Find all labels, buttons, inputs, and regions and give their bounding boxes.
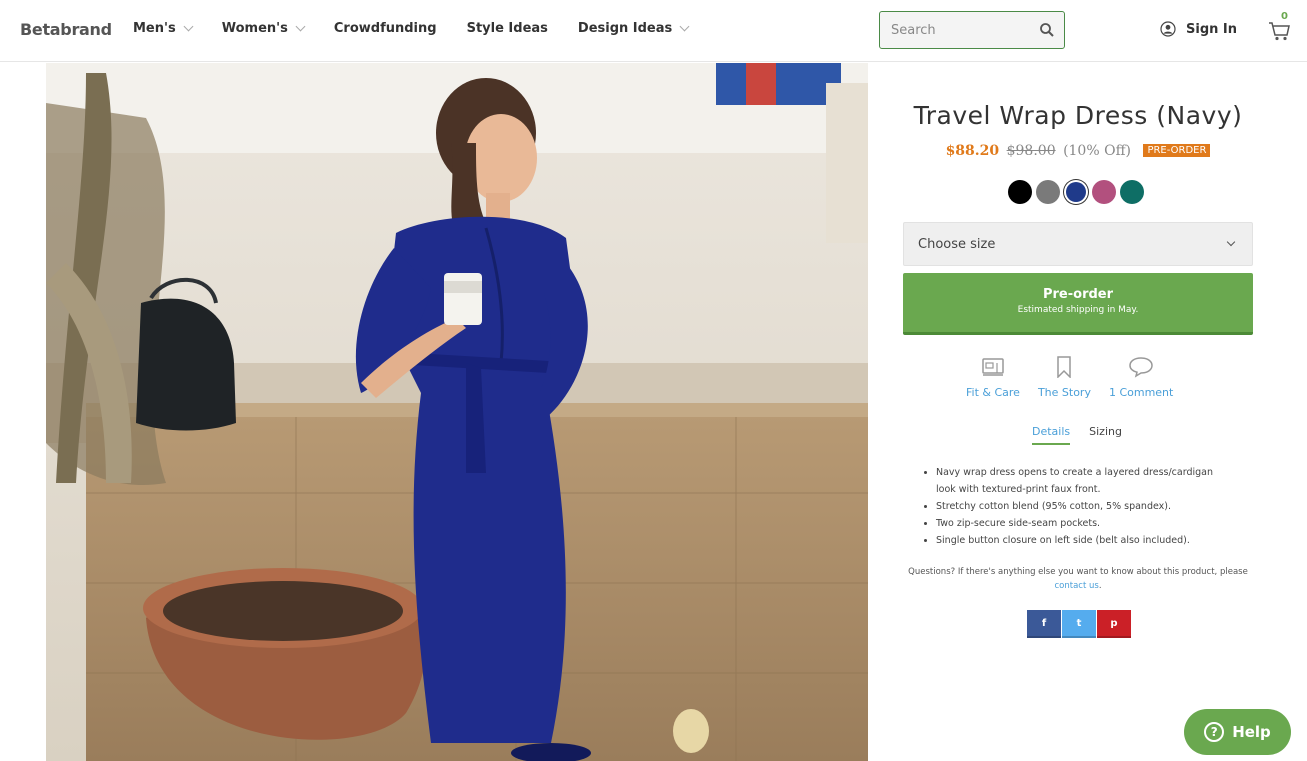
preorder-badge: PRE-ORDER xyxy=(1143,144,1211,157)
detail-item: Two zip-secure side-seam pockets. xyxy=(936,515,1231,532)
details-list: Navy wrap dress opens to create a layere… xyxy=(921,464,1231,549)
chevron-down-icon xyxy=(183,21,194,32)
facebook-icon: f xyxy=(1041,617,1047,629)
help-icon: ? xyxy=(1204,722,1225,742)
details-list-container: Navy wrap dress opens to create a layere… xyxy=(921,464,1231,549)
chevron-down-icon xyxy=(295,21,306,32)
fit-care-link[interactable]: Fit & Care xyxy=(966,356,1020,399)
color-swatch[interactable] xyxy=(1092,180,1116,204)
color-swatch[interactable] xyxy=(1008,180,1032,204)
user-icon xyxy=(1160,21,1176,37)
main-nav: Men's Women's Crowdfunding Style Ideas D… xyxy=(133,21,718,36)
search-box xyxy=(879,11,1065,49)
sign-in-link[interactable]: Sign In xyxy=(1160,21,1237,37)
twitter-share-button[interactable]: t xyxy=(1062,610,1096,638)
share-buttons: ftp xyxy=(1027,610,1132,638)
detail-item: Navy wrap dress opens to create a layere… xyxy=(936,464,1231,498)
nav-design-ideas[interactable]: Design Ideas xyxy=(577,21,690,36)
the-story-label: The Story xyxy=(1037,386,1091,399)
product-image-illustration xyxy=(46,63,868,761)
color-swatch[interactable] xyxy=(1120,180,1144,204)
questions-copy: Questions? If there's anything else you … xyxy=(908,567,1248,577)
tab-details[interactable]: Details xyxy=(1032,425,1071,445)
product-actions: Fit & Care The Story 1 Comment xyxy=(966,356,1191,399)
bookmark-icon xyxy=(1057,356,1072,378)
nav-label: Style Ideas xyxy=(466,21,548,36)
pinterest-icon: p xyxy=(1110,617,1118,629)
cart-count: 0 xyxy=(1281,11,1288,22)
preorder-button[interactable]: Pre-order Estimated shipping in May. xyxy=(903,273,1253,335)
help-label: Help xyxy=(1232,723,1271,741)
site-header: Betabrand Men's Women's Crowdfunding Sty… xyxy=(0,0,1307,62)
questions-text: Questions? If there's anything else you … xyxy=(898,565,1258,593)
color-swatch[interactable] xyxy=(1066,182,1086,202)
price-line: $88.20 $98.00 (10% Off) PRE-ORDER xyxy=(903,143,1253,159)
help-button[interactable]: ? Help xyxy=(1184,709,1291,755)
nav-style-ideas[interactable]: Style Ideas xyxy=(467,21,548,36)
betabrand-logo[interactable]: Betabrand xyxy=(20,20,112,39)
color-swatches xyxy=(1008,180,1148,204)
fit-care-label: Fit & Care xyxy=(966,386,1020,399)
nav-label: Men's xyxy=(133,21,176,36)
facebook-share-button[interactable]: f xyxy=(1027,610,1061,638)
search-input[interactable] xyxy=(880,12,1030,48)
detail-tabs: Details Sizing xyxy=(1032,425,1141,445)
detail-item: Stretchy cotton blend (95% cotton, 5% sp… xyxy=(936,498,1231,515)
comments-label: 1 Comment xyxy=(1108,386,1174,399)
the-story-link[interactable]: The Story xyxy=(1038,356,1091,399)
chevron-down-icon xyxy=(1226,237,1236,247)
preorder-label: Pre-order xyxy=(1042,287,1114,302)
size-select[interactable]: Choose size xyxy=(903,222,1253,266)
preorder-shipping-note: Estimated shipping in May. xyxy=(1017,305,1139,315)
contact-us-link[interactable]: contact us xyxy=(1054,581,1098,591)
nav-label: Design Ideas xyxy=(577,21,673,36)
color-swatch[interactable] xyxy=(1036,180,1060,204)
sign-in-label: Sign In xyxy=(1186,21,1237,37)
nav-womens[interactable]: Women's xyxy=(221,21,306,36)
comments-link[interactable]: 1 Comment xyxy=(1109,356,1173,399)
tab-sizing[interactable]: Sizing xyxy=(1089,425,1122,445)
product-photo[interactable] xyxy=(46,63,868,761)
size-select-label: Choose size xyxy=(918,237,996,252)
sewing-machine-icon xyxy=(982,358,1004,376)
discount-text: (10% Off) xyxy=(1063,143,1131,159)
current-price: $88.20 xyxy=(945,143,1000,159)
nav-label: Women's xyxy=(221,21,288,36)
cart-icon[interactable] xyxy=(1268,14,1292,42)
questions-end: . xyxy=(1098,581,1102,591)
speech-bubble-icon xyxy=(1129,357,1153,378)
nav-crowdfunding[interactable]: Crowdfunding xyxy=(334,21,437,36)
nav-mens[interactable]: Men's xyxy=(133,21,194,36)
original-price: $98.00 xyxy=(1006,143,1056,159)
detail-item: Single button closure on left side (belt… xyxy=(936,532,1231,549)
chevron-down-icon xyxy=(679,21,690,32)
twitter-icon: t xyxy=(1076,617,1082,629)
nav-label: Crowdfunding xyxy=(333,21,437,36)
pinterest-share-button[interactable]: p xyxy=(1097,610,1131,638)
search-icon[interactable] xyxy=(1038,21,1056,39)
product-title: Travel Wrap Dress (Navy) xyxy=(913,101,1243,130)
